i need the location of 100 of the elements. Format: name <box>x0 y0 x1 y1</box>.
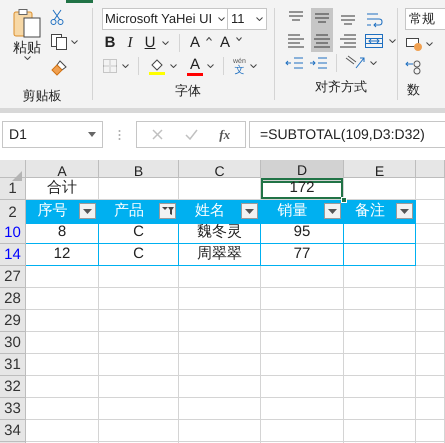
insert-function-button[interactable]: fx <box>219 124 230 144</box>
filter-button[interactable] <box>396 203 413 220</box>
table-cell[interactable] <box>99 398 179 420</box>
table-cell[interactable] <box>261 354 344 376</box>
row-header[interactable]: 33 <box>0 398 26 420</box>
table-cell[interactable] <box>26 420 99 442</box>
caret-icon[interactable] <box>71 40 78 44</box>
row-header[interactable]: 32 <box>0 376 26 398</box>
cancel-icon[interactable] <box>152 129 163 140</box>
table-cell[interactable] <box>416 310 445 332</box>
table-cell[interactable] <box>416 244 445 266</box>
caret-icon[interactable] <box>218 16 225 21</box>
table-cell[interactable] <box>416 376 445 398</box>
table-cell[interactable]: 8 <box>26 222 98 243</box>
table-cell[interactable] <box>99 332 179 354</box>
caret-icon[interactable] <box>426 42 433 46</box>
table-cell[interactable] <box>26 266 99 288</box>
table-cell[interactable] <box>179 332 261 354</box>
caret-icon[interactable] <box>370 61 377 65</box>
table-cell[interactable] <box>344 288 416 310</box>
fill-color-icon[interactable] <box>148 57 166 75</box>
caret-icon[interactable] <box>162 41 169 45</box>
caret-icon[interactable] <box>250 64 257 68</box>
row-header[interactable]: 2 <box>0 200 26 224</box>
table-cell[interactable] <box>344 310 416 332</box>
row-header[interactable]: 27 <box>0 266 26 288</box>
table-cell[interactable] <box>344 222 416 244</box>
table-cell[interactable] <box>344 244 416 266</box>
column-header[interactable]: B <box>99 160 179 183</box>
row-header[interactable]: 34 <box>0 420 26 442</box>
font-name-dropdown[interactable]: Microsoft YaHei UI <box>102 8 228 30</box>
row-header[interactable]: 29 <box>0 310 26 332</box>
number-format-dropdown[interactable]: 常规 <box>405 8 445 30</box>
italic-button[interactable]: I <box>122 32 138 54</box>
table-cell[interactable] <box>261 376 344 398</box>
table-cell[interactable] <box>261 310 344 332</box>
table-cell[interactable] <box>99 266 179 288</box>
table-cell[interactable] <box>344 398 416 420</box>
table-cell[interactable] <box>344 266 416 288</box>
shrink-font-button[interactable]: A <box>220 32 238 54</box>
table-cell[interactable] <box>179 376 261 398</box>
caret-icon[interactable] <box>389 39 396 43</box>
table-cell[interactable] <box>179 266 261 288</box>
table-cell[interactable] <box>416 178 445 200</box>
font-color-button[interactable]: A <box>187 56 203 76</box>
table-cell[interactable] <box>179 420 261 442</box>
table-cell[interactable] <box>261 420 344 442</box>
table-cell[interactable] <box>416 266 445 288</box>
table-cell[interactable] <box>261 398 344 420</box>
table-cell[interactable] <box>99 376 179 398</box>
table-cell[interactable] <box>179 398 261 420</box>
caret-icon[interactable] <box>88 132 96 137</box>
table-cell[interactable] <box>179 310 261 332</box>
row-header[interactable]: 14 <box>0 244 26 266</box>
table-cell[interactable] <box>99 420 179 442</box>
column-header[interactable]: D <box>261 160 344 183</box>
table-cell[interactable] <box>416 420 445 442</box>
table-cell[interactable] <box>416 200 445 224</box>
table-cell[interactable] <box>344 354 416 376</box>
column-header[interactable]: E <box>344 160 416 183</box>
table-cell[interactable] <box>179 354 261 376</box>
table-cell[interactable] <box>99 288 179 310</box>
caret-icon[interactable] <box>170 64 177 68</box>
decrease-indent-icon[interactable] <box>285 55 305 71</box>
paste-button[interactable]: 粘贴 <box>10 8 44 77</box>
table-cell[interactable] <box>416 332 445 354</box>
table-cell[interactable] <box>416 398 445 420</box>
table-cell[interactable] <box>416 222 445 244</box>
bold-button[interactable]: B <box>102 32 118 54</box>
table-cell[interactable] <box>179 288 261 310</box>
select-all-icon[interactable] <box>12 171 22 181</box>
table-cell[interactable]: 77 <box>261 244 343 265</box>
table-cell[interactable] <box>344 376 416 398</box>
table-cell[interactable] <box>26 332 99 354</box>
row-header[interactable]: 28 <box>0 288 26 310</box>
row-header[interactable]: 31 <box>0 354 26 376</box>
drag-handle-icon[interactable] <box>118 129 121 141</box>
table-cell[interactable]: 魏冬灵 <box>179 222 260 243</box>
currency-icon[interactable] <box>405 36 423 52</box>
table-cell[interactable] <box>99 354 179 376</box>
decimal-icon[interactable] <box>405 58 423 75</box>
table-cell[interactable]: 12 <box>26 244 98 265</box>
table-cell[interactable] <box>261 332 344 354</box>
table-cell[interactable] <box>26 288 99 310</box>
table-cell[interactable] <box>26 354 99 376</box>
table-cell[interactable] <box>261 288 344 310</box>
table-cell[interactable] <box>344 332 416 354</box>
active-cell[interactable]: 172 <box>261 178 343 199</box>
caret-icon[interactable] <box>207 64 214 68</box>
table-cell[interactable] <box>261 266 344 288</box>
table-cell[interactable] <box>344 420 416 442</box>
font-size-dropdown[interactable]: 11 <box>228 8 267 30</box>
fill-handle[interactable] <box>341 197 347 203</box>
table-cell[interactable] <box>26 376 99 398</box>
formula-field[interactable]: =SUBTOTAL(109,D3:D32) <box>249 121 445 148</box>
copy-icon[interactable] <box>50 33 68 51</box>
caret-icon[interactable] <box>122 64 129 68</box>
name-box[interactable]: D1 <box>2 121 103 148</box>
down-caret-icon[interactable] <box>236 37 242 41</box>
table-cell[interactable]: 95 <box>261 222 343 243</box>
